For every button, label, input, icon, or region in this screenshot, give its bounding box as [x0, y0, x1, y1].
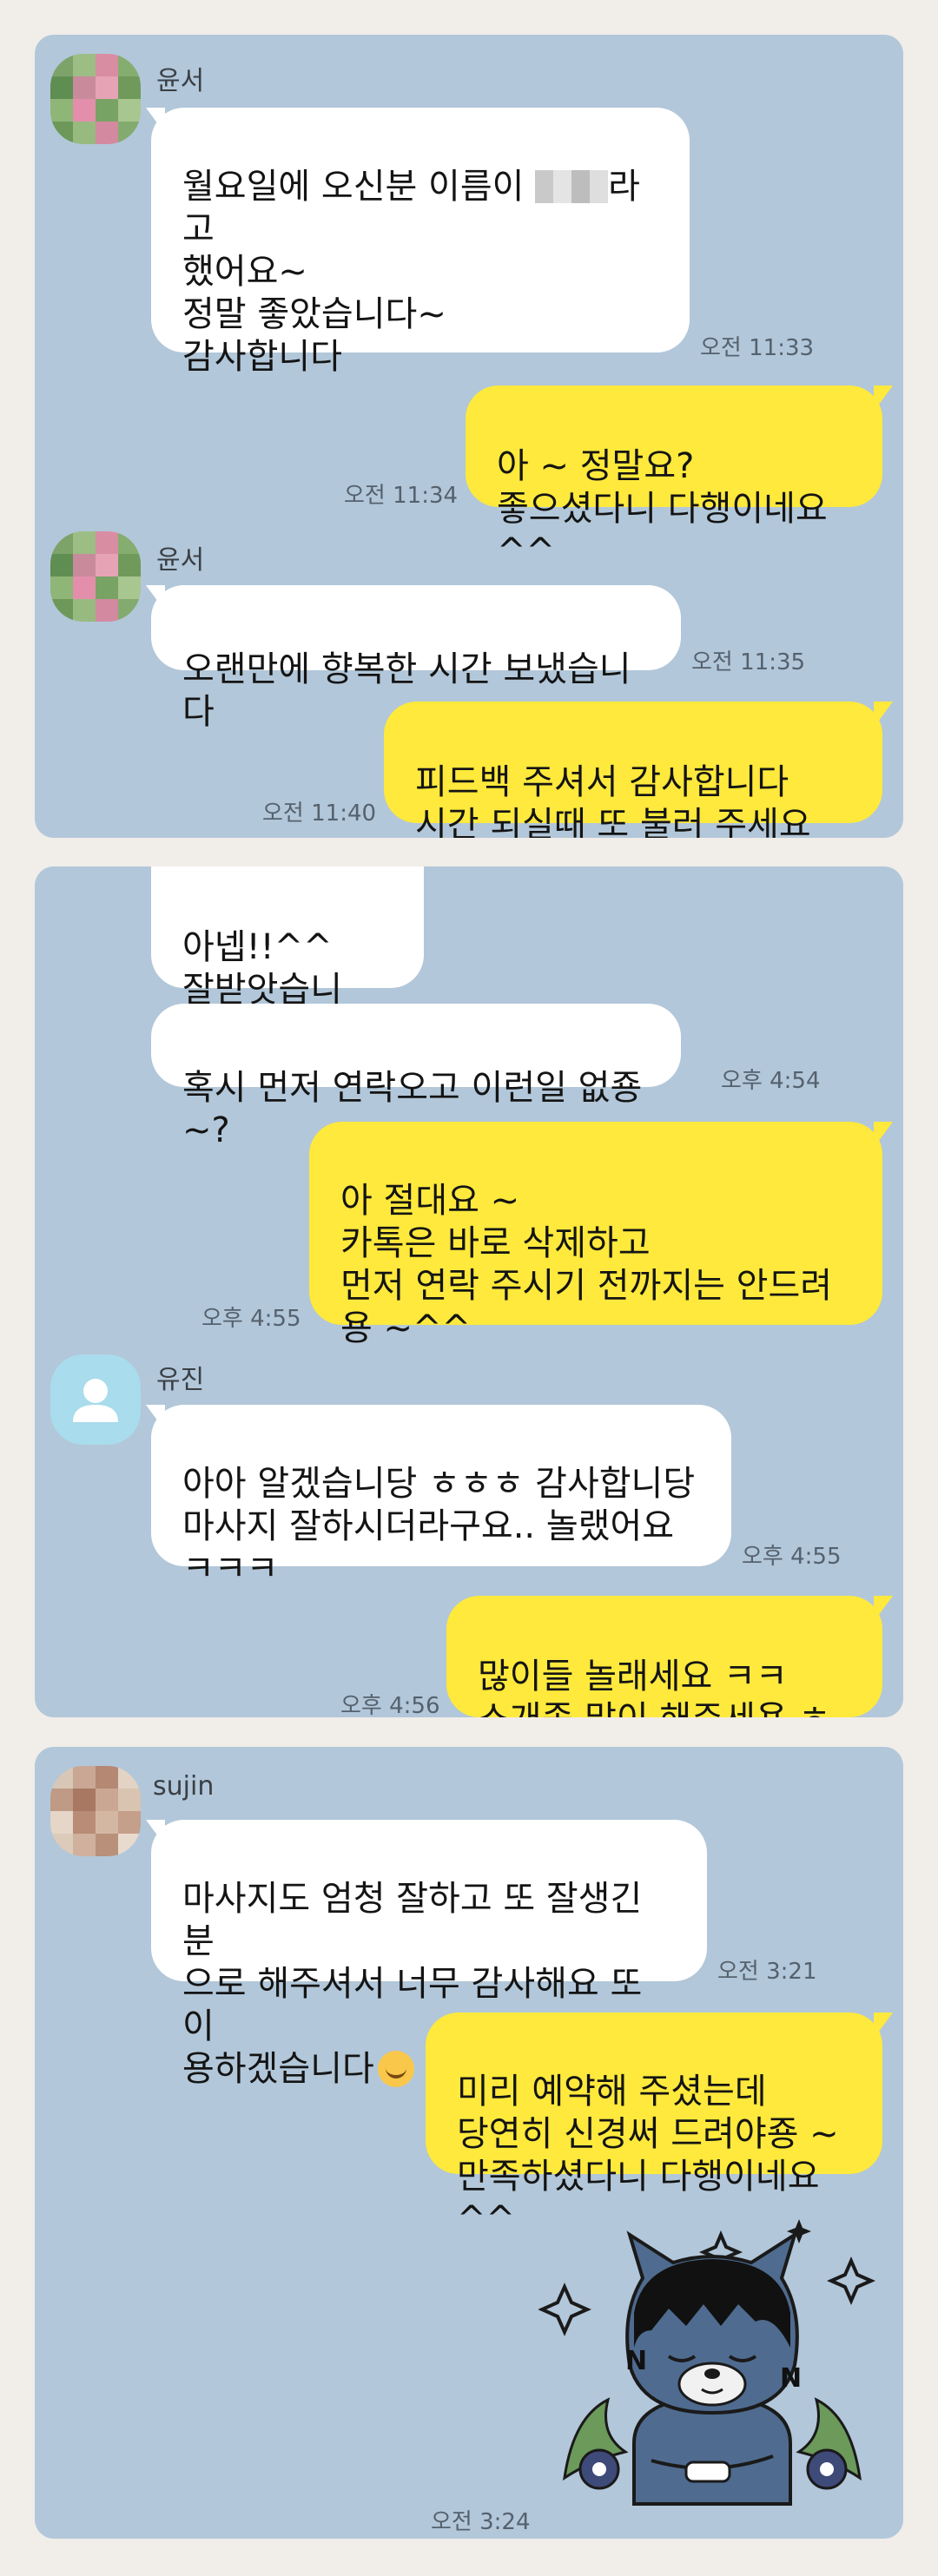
- bubble-tail: [874, 1596, 893, 1622]
- timestamp: 오전 11:33: [700, 335, 815, 361]
- timestamp: 오후 4:55: [201, 1306, 301, 1332]
- chat-screenshot-3: sujin 마사지도 엄청 잘하고 또 잘생긴 분 으로 해주셔서 너무 감사해…: [35, 1747, 903, 2539]
- message-text: 했어요~ 정말 좋았습니다~ 감사합니다: [182, 252, 446, 377]
- sender-name: 윤서: [156, 66, 205, 96]
- avatar-yoonseo[interactable]: [50, 54, 141, 144]
- timestamp: 오전 11:34: [344, 483, 459, 509]
- timestamp: 오전 3:24: [431, 2509, 531, 2535]
- avatar-sujin[interactable]: [50, 1766, 141, 1856]
- message-bubble[interactable]: 아아 알겠습니당 ㅎㅎㅎ 감사합니당 마사지 잘하시더라구요.. 놀랬어요 ㅋㅋ…: [151, 1405, 731, 1589]
- default-profile-icon: [73, 1379, 118, 1422]
- chat-screenshot-2: 아넵!!^^ 잘받앗습니당!! 혹시 먼저 연락오고 이런일 없죵~? 오후 4…: [35, 866, 903, 1717]
- sender-name: 윤서: [156, 545, 205, 576]
- message-bubble[interactable]: 미리 예약해 주셨는데 당연히 신경써 드려야죵 ~ 만족하셨다니 다행이네요 …: [426, 2013, 882, 2239]
- message-bubble[interactable]: 아 ~ 정말요? 좋으셨다니 다행이네요 ^^: [466, 385, 882, 571]
- timestamp: 오후 4:56: [340, 1693, 440, 1717]
- bubble-tail: [874, 1122, 893, 1148]
- timestamp: 오전 3:21: [717, 1959, 817, 1985]
- avatar-yujin[interactable]: [50, 1354, 141, 1445]
- message-text: 많이들 놀래세요 ㅋㅋ 소개좀 많이 해주세용 ㅎㅎ: [478, 1657, 830, 1717]
- message-text: 아 절대요 ~ 카톡은 바로 삭제하고 먼저 연락 주시기 전까지는 안드려 용…: [340, 1181, 833, 1348]
- message-text: 아아 알겠습니당 ㅎㅎㅎ 감사합니당 마사지 잘하시더라구요.. 놀랬어요 ㅋㅋ…: [182, 1464, 696, 1589]
- bubble-tail: [874, 2013, 893, 2039]
- message-bubble[interactable]: 마사지도 엄청 잘하고 또 잘생긴 분 으로 해주셔서 너무 감사해요 또 이 …: [151, 1820, 707, 2089]
- svg-text:N: N: [625, 2346, 647, 2376]
- message-text: 월요일에 오신분 이름이: [182, 167, 536, 207]
- chat-screenshot-1: 윤서 월요일에 오신분 이름이 라고 했어요~ 정말 좋았습니다~ 감사합니다 오…: [35, 35, 903, 838]
- timestamp: 오후 4:55: [742, 1544, 842, 1570]
- message-text: 미리 예약해 주셨는데 당연히 신경써 드려야죵 ~ 만족하셨다니 다행이네요 …: [457, 2072, 839, 2239]
- message-bubble[interactable]: 오랜만에 향복한 시간 보냈습니다: [151, 585, 681, 732]
- timestamp: 오전 11:35: [691, 649, 806, 675]
- timestamp: 오후 4:54: [721, 1068, 821, 1094]
- cat-character-sticker[interactable]: N N: [538, 2217, 886, 2521]
- message-bubble[interactable]: 아넵!!^^ 잘받앗습니당!!: [151, 866, 424, 1052]
- message-bubble[interactable]: 월요일에 오신분 이름이 라고 했어요~ 정말 좋았습니다~ 감사합니다: [151, 108, 690, 377]
- timestamp: 오전 11:40: [262, 800, 377, 827]
- sender-name: sujin: [153, 1771, 215, 1802]
- smiling-emoji-icon: [377, 2051, 414, 2087]
- bubble-tail: [874, 702, 893, 728]
- sender-name: 유진: [156, 1365, 205, 1395]
- message-text: 피드백 주셔서 감사합니다 시간 되실때 또 불러 주세요 ~^^: [415, 762, 811, 838]
- message-bubble[interactable]: 아 절대요 ~ 카톡은 바로 삭제하고 먼저 연락 주시기 전까지는 안드려 용…: [309, 1122, 882, 1348]
- message-bubble[interactable]: 혹시 먼저 연락오고 이런일 없죵~?: [151, 1004, 681, 1150]
- bubble-tail: [874, 385, 893, 412]
- avatar-yoonseo[interactable]: [50, 531, 141, 622]
- redacted-name: [535, 170, 609, 203]
- message-text: 아 ~ 정말요? 좋으셨다니 다행이네요 ^^: [497, 446, 828, 571]
- message-bubble[interactable]: 많이들 놀래세요 ㅋㅋ 소개좀 많이 해주세용 ㅎㅎ: [446, 1596, 882, 1717]
- svg-text:N: N: [780, 2363, 802, 2394]
- message-bubble[interactable]: 피드백 주셔서 감사합니다 시간 되실때 또 불러 주세요 ~^^: [384, 702, 882, 838]
